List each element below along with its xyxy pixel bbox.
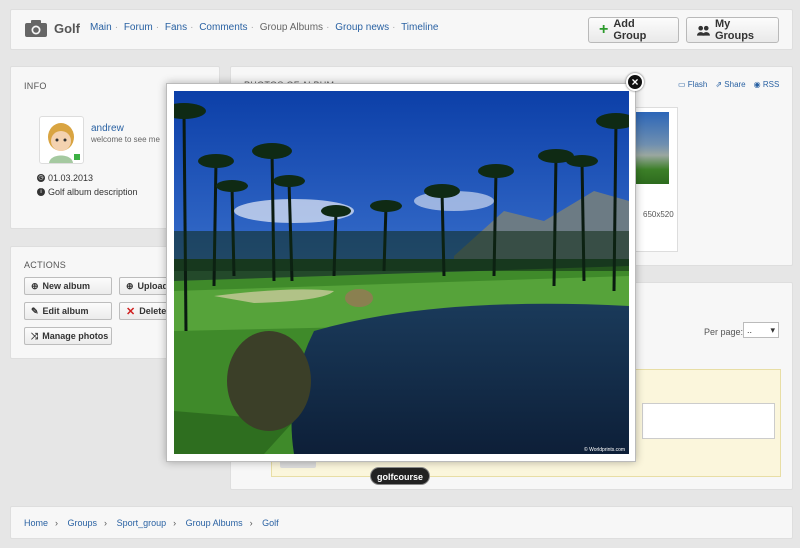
upload-label: Upload [137,281,169,291]
top-bar: Golf Main · Forum · Fans · Comments · Group … [10,9,793,50]
online-indicator [74,154,80,160]
per-page-label: Per page: [704,327,744,337]
user-status: welcome to see me [91,135,160,144]
photo-size: 650x520 [643,210,674,219]
photo-caption: golfcourse [370,467,430,485]
album-date-text: 01.03.2013 [48,173,94,183]
actions-title: ACTIONS [24,260,67,270]
breadcrumb-golf[interactable]: Golf [262,518,279,528]
rss-link[interactable]: ◉ RSS [754,80,780,89]
photo-watermark: © Worldprints.com [584,446,625,453]
nav-main[interactable]: Main [90,22,112,33]
nav-forum[interactable]: Forum [124,22,153,33]
my-groups-button[interactable]: My Groups [686,17,779,43]
camera-icon [25,20,47,37]
manage-photos-button[interactable]: ⤨ Manage photos [24,327,112,345]
user-name-link[interactable]: andrew [91,123,124,134]
users-icon [697,25,710,36]
chevron-down-icon: ▾ [770,324,775,335]
add-group-button[interactable]: + Add Group [588,17,679,43]
rss-label: RSS [762,80,780,89]
nav-fans[interactable]: Fans [165,22,187,33]
info-title: INFO [24,81,47,91]
breadcrumb: Home › Groups › Sport_group › Group Albums ›… [24,518,279,528]
add-group-label: Add Group [613,18,647,42]
breadcrumb-sport-group[interactable]: Sport_group [117,518,167,528]
nav-group-albums[interactable]: Group Albums [260,22,323,33]
delete-label: Delete [139,306,167,316]
close-icon: × [631,75,639,89]
comment-textarea[interactable] [642,403,775,439]
my-groups-label: My Groups [714,18,755,42]
per-page-value: .. [747,325,753,335]
flash-label: Flash [687,80,708,89]
photo-lightbox: © Worldprints.com [166,83,636,462]
delete-icon: ✕ [126,305,136,318]
album-date: ◷ 01.03.2013 [37,173,93,183]
share-link[interactable]: ⇗ Share [715,80,745,89]
nav-group-news[interactable]: Group news [335,22,389,33]
avatar[interactable] [39,116,84,164]
breadcrumb-home[interactable]: Home [24,518,48,528]
edit-album-label: Edit album [42,306,89,316]
new-album-button[interactable]: ⊕ New album [24,277,112,295]
photo-thumbnail[interactable] [633,112,669,184]
share-label: Share [724,80,746,89]
nav-timeline[interactable]: Timeline [401,22,438,33]
lightbox-photo[interactable]: © Worldprints.com [174,91,629,454]
album-description-text: Golf album description [48,187,138,197]
close-lightbox-button[interactable]: × [626,73,644,91]
album-links: ▭ Flash ⇗ Share ◉ RSS [678,80,779,89]
flash-link[interactable]: ▭ Flash [678,80,707,89]
footer-panel: Home › Groups › Sport_group › Group Albums ›… [10,506,793,539]
upload-icon: ⊕ [126,280,134,291]
album-description: i Golf album description [37,187,138,197]
edit-icon: ✎ [31,305,39,316]
breadcrumb-group-albums[interactable]: Group Albums [186,518,243,528]
manage-photos-label: Manage photos [42,331,109,341]
clock-icon: ◷ [37,174,45,182]
info-icon: i [37,188,45,196]
per-page-select[interactable]: .. ▾ [743,322,779,338]
breadcrumb-groups[interactable]: Groups [68,518,98,528]
new-album-label: New album [42,281,91,291]
plus-circle-icon: ⊕ [31,280,39,291]
group-title: Golf [54,21,80,36]
edit-album-button[interactable]: ✎ Edit album [24,302,112,320]
group-nav: Main · Forum · Fans · Comments · Group Album… [90,22,439,33]
plus-icon: + [599,21,609,38]
shuffle-icon: ⤨ [31,330,39,341]
nav-comments[interactable]: Comments [199,22,247,33]
